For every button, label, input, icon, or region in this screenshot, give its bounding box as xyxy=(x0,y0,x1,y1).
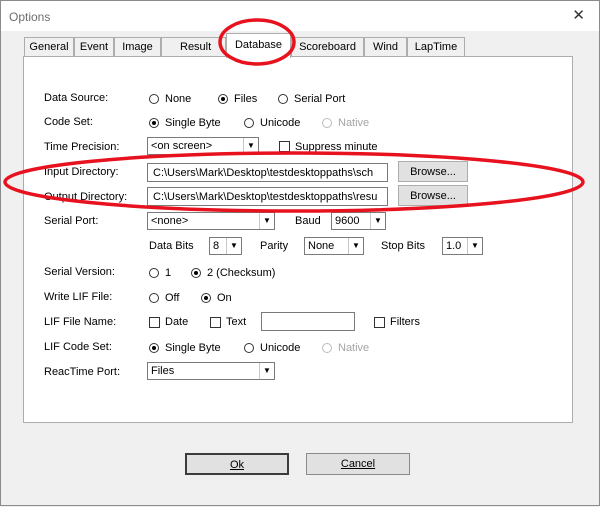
lif-code-unicode-radio[interactable] xyxy=(244,343,254,353)
title-bar: Options ✕ xyxy=(1,1,599,31)
serial-version-2-radio[interactable] xyxy=(191,268,201,278)
lif-code-single-byte-label: Single Byte xyxy=(165,342,221,354)
tab-scoreboard[interactable]: Scoreboard xyxy=(291,37,364,57)
stop-bits-label: Stop Bits xyxy=(381,240,426,252)
data-bits-select[interactable]: 8 ▼ xyxy=(209,237,242,255)
cancel-button[interactable]: Cancel xyxy=(306,453,410,475)
tab-general[interactable]: General xyxy=(24,37,74,57)
data-source-label: Data Source: xyxy=(44,92,109,104)
code-set-unicode-label: Unicode xyxy=(260,117,301,129)
serial-version-label: Serial Version: xyxy=(44,266,115,278)
write-lif-label: Write LIF File: xyxy=(44,291,113,303)
stop-bits-value: 1.0 xyxy=(446,240,462,252)
time-precision-label: Time Precision: xyxy=(44,141,120,153)
baud-select[interactable]: 9600 ▼ xyxy=(331,212,386,230)
chevron-down-icon: ▼ xyxy=(259,213,274,229)
database-tab-panel: Data Source: None Files Serial Port Code… xyxy=(23,56,573,423)
code-set-native-radio xyxy=(322,118,332,128)
lif-date-checkbox[interactable] xyxy=(149,317,160,328)
lif-code-unicode-label: Unicode xyxy=(260,342,301,354)
tab-laptime[interactable]: LapTime xyxy=(407,37,465,57)
data-source-none-radio[interactable] xyxy=(149,94,159,104)
data-source-none-label: None xyxy=(165,93,192,105)
serial-version-2-label: 2 (Checksum) xyxy=(207,267,276,279)
serial-version-1-radio[interactable] xyxy=(149,268,159,278)
lif-filters-checkbox[interactable] xyxy=(374,317,385,328)
reactime-port-select[interactable]: Files ▼ xyxy=(147,362,275,380)
input-directory-label: Input Directory: xyxy=(44,166,119,178)
input-directory-field[interactable]: C:\Users\Mark\Desktop\testdesktoppaths\s… xyxy=(147,163,388,182)
chevron-down-icon: ▼ xyxy=(226,238,241,254)
parity-label: Parity xyxy=(260,240,289,252)
time-precision-value: <on screen> xyxy=(151,140,213,152)
data-bits-label: Data Bits xyxy=(149,240,194,252)
tab-event[interactable]: Event xyxy=(74,37,114,57)
tab-database[interactable]: Database xyxy=(226,33,291,58)
code-set-unicode-radio[interactable] xyxy=(244,118,254,128)
data-source-files-radio[interactable] xyxy=(218,94,228,104)
lif-date-label: Date xyxy=(165,316,189,328)
cancel-button-label: Cancel xyxy=(340,458,376,470)
lif-code-single-byte-radio[interactable] xyxy=(149,343,159,353)
chevron-down-icon: ▼ xyxy=(467,238,482,254)
output-browse-button[interactable]: Browse... xyxy=(398,185,468,206)
code-set-single-byte-radio[interactable] xyxy=(149,118,159,128)
chevron-down-icon: ▼ xyxy=(243,138,258,154)
data-bits-value: 8 xyxy=(213,240,220,252)
lif-filters-label: Filters xyxy=(390,316,420,328)
data-source-serial-radio[interactable] xyxy=(278,94,288,104)
suppress-minute-checkbox[interactable] xyxy=(279,141,290,152)
output-directory-field[interactable]: C:\Users\Mark\Desktop\testdesktoppaths\r… xyxy=(147,187,388,206)
write-lif-on-radio[interactable] xyxy=(201,293,211,303)
tab-result[interactable]: Result xyxy=(161,37,226,57)
lif-code-native-radio xyxy=(322,343,332,353)
baud-label: Baud xyxy=(295,215,321,227)
options-dialog: Options ✕ General Event Image Result Dat… xyxy=(0,0,600,506)
code-set-single-byte-label: Single Byte xyxy=(165,117,221,129)
baud-value: 9600 xyxy=(335,215,360,227)
reactime-port-value: Files xyxy=(151,365,175,377)
chevron-down-icon: ▼ xyxy=(348,238,363,254)
lif-text-input[interactable] xyxy=(261,312,355,331)
stop-bits-select[interactable]: 1.0 ▼ xyxy=(442,237,483,255)
chevron-down-icon: ▼ xyxy=(259,363,274,379)
serial-port-label: Serial Port: xyxy=(44,215,99,227)
tab-wind[interactable]: Wind xyxy=(364,37,407,57)
code-set-label: Code Set: xyxy=(44,116,93,128)
lif-file-name-label: LIF File Name: xyxy=(44,316,117,328)
lif-code-set-label: LIF Code Set: xyxy=(44,341,112,353)
write-lif-off-radio[interactable] xyxy=(149,293,159,303)
parity-select[interactable]: None ▼ xyxy=(304,237,364,255)
code-set-native-label: Native xyxy=(338,117,370,129)
serial-version-1-label: 1 xyxy=(165,267,172,279)
data-source-serial-label: Serial Port xyxy=(294,93,346,105)
ok-button[interactable]: Ok xyxy=(185,453,289,475)
lif-code-native-label: Native xyxy=(338,342,370,354)
serial-port-value: <none> xyxy=(151,215,189,227)
write-lif-on-label: On xyxy=(217,292,232,304)
data-source-files-label: Files xyxy=(234,93,258,105)
output-directory-label: Output Directory: xyxy=(44,191,128,203)
write-lif-off-label: Off xyxy=(165,292,180,304)
lif-text-checkbox[interactable] xyxy=(210,317,221,328)
tab-image[interactable]: Image xyxy=(114,37,161,57)
input-browse-button[interactable]: Browse... xyxy=(398,161,468,182)
parity-value: None xyxy=(308,240,335,252)
ok-button-label: Ok xyxy=(229,459,245,471)
window-title: Options xyxy=(9,10,51,24)
close-icon[interactable]: ✕ xyxy=(572,6,585,24)
suppress-minute-label: Suppress minute xyxy=(295,141,378,153)
chevron-down-icon: ▼ xyxy=(370,213,385,229)
lif-text-label: Text xyxy=(226,316,247,328)
serial-port-select[interactable]: <none> ▼ xyxy=(147,212,275,230)
reactime-port-label: ReacTime Port: xyxy=(44,366,121,378)
time-precision-select[interactable]: <on screen> ▼ xyxy=(147,137,259,155)
